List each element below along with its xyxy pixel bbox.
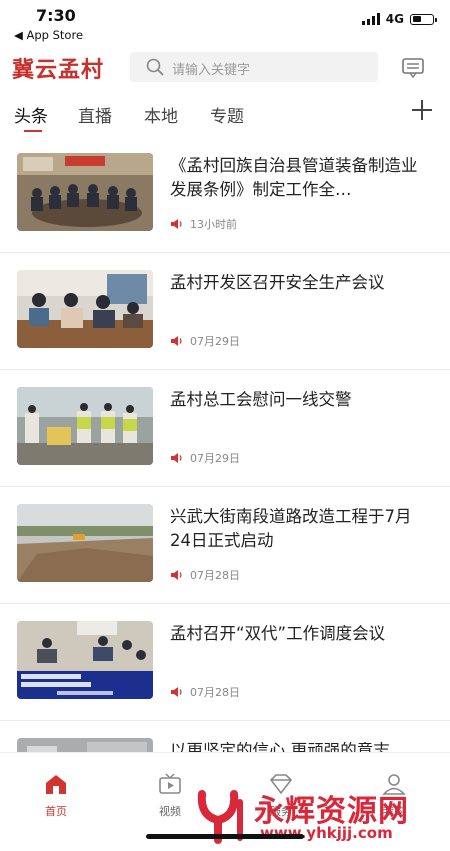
status-time: 7:30 [36,6,76,25]
nav-home-label: 首页 [45,805,67,818]
status-bar: 7:30 ◀ App Store 4G [0,0,450,44]
speaker-icon[interactable] [170,452,184,464]
news-title: 兴武大街南段道路改造工程于7月24日正式启动 [170,507,412,550]
nav-home[interactable]: 首页 [26,773,86,819]
news-meta: 07月28日 [170,567,240,583]
news-date: 07月29日 [190,452,240,465]
news-date: 07月28日 [190,686,240,699]
news-date: 13小时前 [190,218,237,231]
news-item[interactable]: 孟村召开“双代”工作调度会议 07月28日 [0,604,450,721]
tab-headlines[interactable]: 头条 [14,102,48,127]
watermark-url: www.yhkjjj.com [260,824,393,842]
channel-tabs: 头条 直播 本地 专题 [0,96,450,136]
status-indicators: 4G [361,12,437,26]
news-date: 07月29日 [190,335,240,348]
home-icon [46,775,66,794]
news-item[interactable]: 《孟村回族自治县管道装备制造业发展条例》制定工作全… 13小时前 [0,136,450,253]
search-placeholder: 请输入关键字 [172,63,251,78]
active-tab-indicator [24,130,42,132]
news-title: 孟村开发区召开安全生产会议 [170,273,385,292]
news-thumbnail [17,153,153,231]
news-thumbnail [17,621,153,699]
news-meta: 13小时前 [170,216,237,232]
news-meta: 07月29日 [170,450,240,466]
tab-special[interactable]: 专题 [210,102,244,127]
news-item[interactable]: 兴武大街南段道路改造工程于7月24日正式启动 07月28日 [0,487,450,604]
nav-video[interactable]: 视频 [140,773,200,819]
back-to-app-store[interactable]: ◀ App Store [14,28,83,42]
tab-local[interactable]: 本地 [144,102,178,127]
network-label: 4G [385,12,404,26]
home-indicator[interactable] [146,834,304,839]
battery-icon [410,13,437,25]
speaker-icon[interactable] [170,686,184,698]
news-thumbnail [17,270,153,348]
speaker-icon[interactable] [170,569,184,581]
tab-live[interactable]: 直播 [78,102,112,127]
news-title: 孟村召开“双代”工作调度会议 [170,624,386,643]
news-item[interactable]: 孟村总工会慰问一线交警 07月29日 [0,370,450,487]
news-thumbnail [17,504,153,582]
news-meta: 07月29日 [170,333,240,349]
search-icon [146,58,164,76]
signal-icon [361,13,380,25]
speaker-icon[interactable] [170,218,184,230]
tv-icon [159,773,181,794]
speaker-icon[interactable] [170,335,184,347]
app-logo: 冀云孟村 [12,57,105,83]
search-bar[interactable]: 请输入关键字 [130,52,378,82]
news-title: 孟村总工会慰问一线交警 [170,390,352,409]
news-meta: 07月28日 [170,684,240,700]
app-header: 冀云孟村 请输入关键字 [0,46,450,90]
nav-video-label: 视频 [159,805,181,818]
news-item[interactable]: 孟村开发区召开安全生产会议 07月29日 [0,253,450,370]
add-channel-icon[interactable] [410,98,434,122]
news-date: 07月28日 [190,569,240,582]
news-thumbnail [17,387,153,465]
news-title: 《孟村回族自治县管道装备制造业发展条例》制定工作全… [170,156,418,199]
message-icon[interactable] [402,58,424,78]
